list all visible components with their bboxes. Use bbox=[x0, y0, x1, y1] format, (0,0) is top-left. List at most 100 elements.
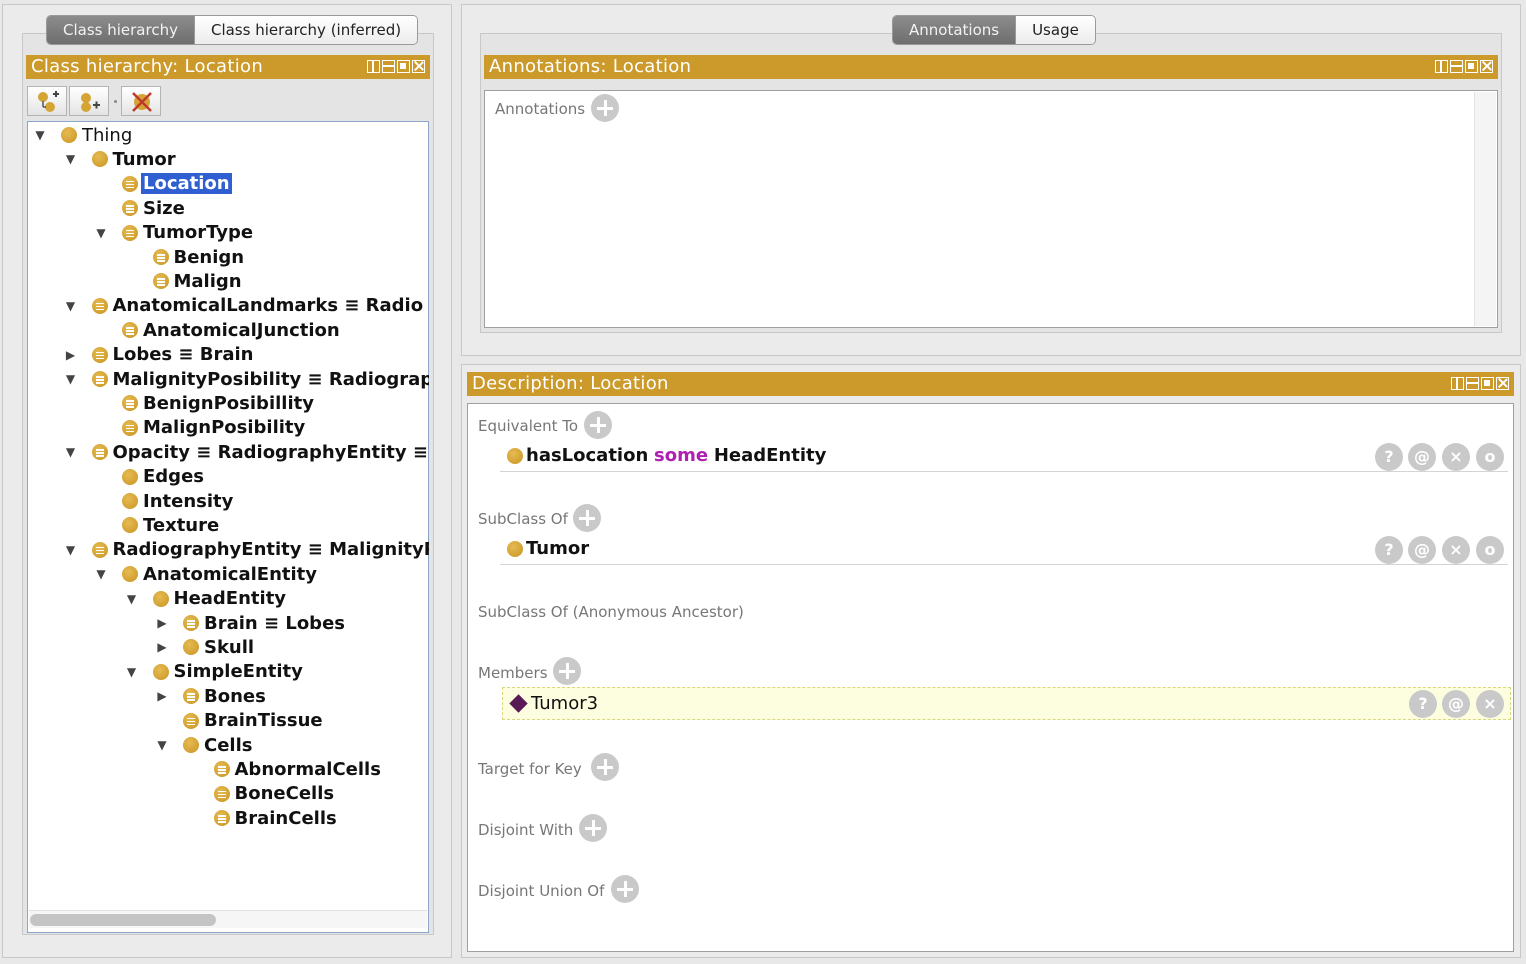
tree-node[interactable]: Skull bbox=[183, 636, 256, 658]
collapse-arrow-icon[interactable]: ▼ bbox=[94, 226, 108, 240]
tree-node[interactable]: Size bbox=[122, 197, 187, 219]
split-vertical-icon[interactable] bbox=[1451, 377, 1464, 390]
tree-node[interactable]: RadiographyEntity ≡ MalignityP bbox=[91, 539, 429, 561]
tree-node[interactable]: Malign bbox=[152, 270, 244, 292]
tree-node[interactable]: Brain ≡ Lobes bbox=[183, 612, 347, 634]
tree-node[interactable]: Bones bbox=[183, 685, 268, 707]
explain-button[interactable]: ? bbox=[1375, 443, 1403, 471]
add-annotation-button[interactable] bbox=[591, 94, 619, 122]
annotate-button[interactable]: @ bbox=[1442, 690, 1470, 718]
collapse-arrow-icon[interactable]: ▼ bbox=[64, 445, 78, 459]
split-vertical-icon[interactable] bbox=[1435, 60, 1448, 73]
close-view-icon[interactable] bbox=[1496, 377, 1509, 390]
collapse-arrow-icon[interactable]: ▼ bbox=[64, 299, 78, 313]
tree-node[interactable]: BenignPosibillity bbox=[122, 392, 316, 414]
float-view-icon[interactable] bbox=[1465, 60, 1478, 73]
expand-arrow-icon[interactable]: ▶ bbox=[155, 640, 169, 654]
delete-button[interactable]: × bbox=[1476, 690, 1504, 718]
equivalent-class-row[interactable]: hasLocation some HeadEntity bbox=[500, 440, 1508, 472]
tree-node-label: Cells bbox=[204, 734, 253, 756]
tab-class-hierarchy-inferred[interactable]: Class hierarchy (inferred) bbox=[193, 16, 418, 44]
add-sibling-button[interactable] bbox=[69, 86, 109, 116]
class-icon bbox=[61, 127, 77, 143]
edit-button[interactable]: o bbox=[1476, 443, 1504, 471]
collapse-arrow-icon[interactable]: ▼ bbox=[94, 567, 108, 581]
class-icon bbox=[152, 663, 169, 680]
tree-scrollbar-thumb[interactable] bbox=[30, 914, 216, 926]
collapse-arrow-icon[interactable]: ▼ bbox=[33, 128, 47, 142]
split-horizontal-icon[interactable] bbox=[1450, 60, 1463, 73]
add-disjoint-union-button[interactable] bbox=[611, 875, 639, 903]
collapse-arrow-icon[interactable]: ▼ bbox=[64, 372, 78, 386]
tree-node[interactable]: Cells bbox=[183, 734, 254, 756]
close-view-icon[interactable] bbox=[1480, 60, 1493, 73]
collapse-arrow-icon[interactable]: ▼ bbox=[155, 738, 169, 752]
float-view-icon[interactable] bbox=[1481, 377, 1494, 390]
annotate-button[interactable]: @ bbox=[1408, 536, 1436, 564]
tree-node[interactable]: MalignPosibility bbox=[122, 417, 307, 439]
tree-node[interactable]: BrainCells bbox=[213, 807, 339, 829]
tree-node[interactable]: Opacity ≡ RadiographyEntity ≡ bbox=[91, 441, 430, 463]
split-horizontal-icon[interactable] bbox=[1466, 377, 1479, 390]
tree-node[interactable]: Location bbox=[122, 173, 232, 195]
tree-node[interactable]: Lobes ≡ Brain bbox=[91, 344, 256, 366]
add-key-button[interactable] bbox=[591, 753, 619, 781]
annotate-button[interactable]: @ bbox=[1408, 443, 1436, 471]
delete-class-button[interactable] bbox=[121, 86, 161, 116]
add-equivalent-button[interactable] bbox=[584, 411, 612, 439]
collapse-arrow-icon[interactable]: ▼ bbox=[125, 665, 139, 679]
annotations-list bbox=[484, 90, 1498, 328]
split-horizontal-icon[interactable] bbox=[382, 60, 395, 73]
tree-node[interactable]: Edges bbox=[122, 466, 206, 488]
toolbar-separator bbox=[114, 100, 117, 103]
tree-node[interactable]: Thing bbox=[61, 124, 134, 146]
target-for-key-label: Target for Key bbox=[478, 760, 582, 778]
tree-node[interactable]: Intensity bbox=[122, 490, 235, 512]
add-member-button[interactable] bbox=[553, 657, 581, 685]
add-superclass-button[interactable] bbox=[573, 504, 601, 532]
tab-annotations[interactable]: Annotations bbox=[893, 16, 1016, 44]
tree-node[interactable]: Texture bbox=[122, 514, 221, 536]
member-row[interactable]: Tumor3 bbox=[502, 687, 1511, 720]
collapse-arrow-icon[interactable]: ▼ bbox=[64, 152, 78, 166]
class-icon bbox=[183, 639, 199, 656]
edit-button[interactable]: o bbox=[1476, 536, 1504, 564]
restriction-keyword: some bbox=[654, 445, 709, 466]
tree-node[interactable]: AnatomicalEntity bbox=[122, 563, 319, 585]
tab-usage[interactable]: Usage bbox=[1015, 16, 1095, 44]
expand-arrow-icon[interactable]: ▶ bbox=[64, 348, 78, 362]
split-vertical-icon[interactable] bbox=[367, 60, 380, 73]
class-icon bbox=[122, 493, 138, 509]
class-icon bbox=[183, 737, 199, 753]
delete-button[interactable]: × bbox=[1442, 536, 1470, 564]
explain-button[interactable]: ? bbox=[1409, 690, 1437, 718]
tree-node[interactable]: AbnormalCells bbox=[213, 758, 383, 780]
tree-node[interactable]: SimpleEntity bbox=[152, 661, 305, 683]
tree-node[interactable]: TumorType bbox=[122, 222, 255, 244]
delete-button[interactable]: × bbox=[1442, 443, 1470, 471]
close-view-icon[interactable] bbox=[412, 60, 425, 73]
tree-node[interactable]: BoneCells bbox=[213, 783, 337, 805]
float-view-icon[interactable] bbox=[397, 60, 410, 73]
collapse-arrow-icon[interactable]: ▼ bbox=[64, 543, 78, 557]
description-view-header: Description: Location bbox=[467, 372, 1514, 396]
class-hierarchy-view-header: Class hierarchy: Location bbox=[26, 55, 430, 79]
defined-class-icon bbox=[183, 615, 199, 631]
explain-button[interactable]: ? bbox=[1375, 536, 1403, 564]
tree-node[interactable]: AnatomicalLandmarks ≡ Radio bbox=[91, 295, 426, 317]
annotations-window-buttons bbox=[1435, 60, 1493, 73]
expand-arrow-icon[interactable]: ▶ bbox=[155, 689, 169, 703]
add-disjoint-button[interactable] bbox=[579, 814, 607, 842]
add-subclass-button[interactable] bbox=[27, 86, 67, 116]
expand-arrow-icon[interactable]: ▶ bbox=[155, 616, 169, 630]
collapse-arrow-icon[interactable]: ▼ bbox=[125, 592, 139, 606]
tab-class-hierarchy[interactable]: Class hierarchy bbox=[47, 16, 194, 44]
tree-node[interactable]: HeadEntity bbox=[152, 588, 289, 610]
tree-node[interactable]: BrainTissue bbox=[183, 710, 325, 732]
individual-icon bbox=[509, 694, 528, 713]
tree-node[interactable]: Tumor bbox=[91, 148, 178, 170]
tree-node[interactable]: MalignityPosibility ≡ Radiograp bbox=[91, 368, 429, 390]
tree-node[interactable]: AnatomicalJunction bbox=[122, 319, 342, 341]
tree-node[interactable]: Benign bbox=[152, 246, 247, 268]
superclass-row[interactable]: Tumor bbox=[500, 533, 1508, 565]
